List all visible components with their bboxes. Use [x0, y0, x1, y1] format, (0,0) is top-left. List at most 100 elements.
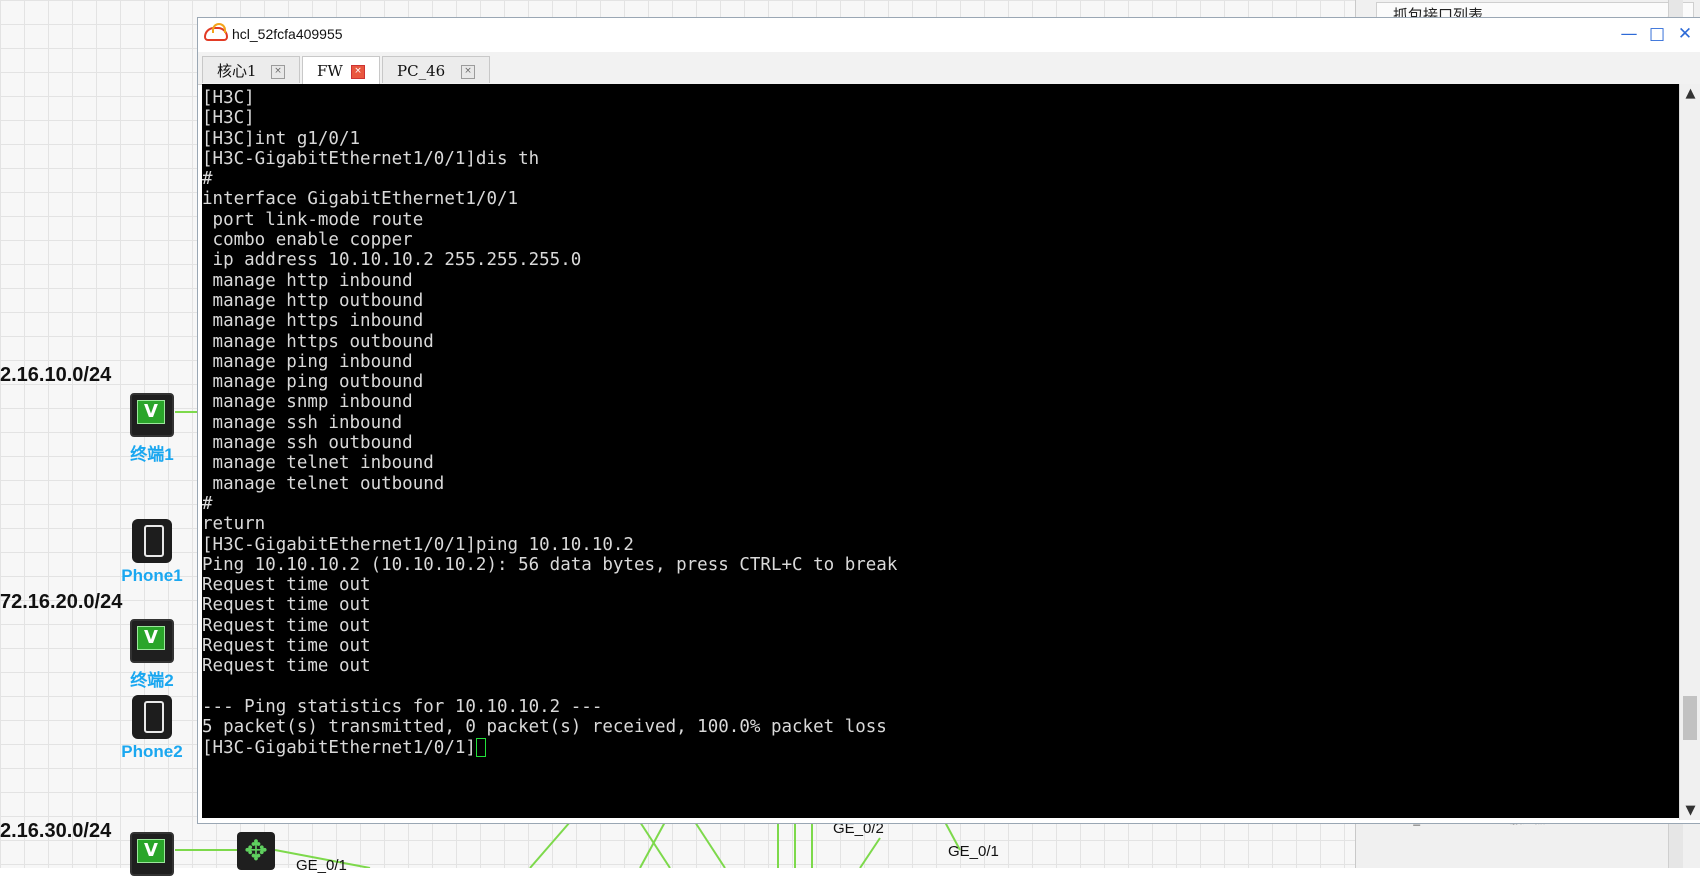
console-scrollbar[interactable]: ▲ ▼ [1679, 84, 1700, 820]
console-line: manage https inbound [202, 311, 1680, 331]
tab-fw[interactable]: FW × [302, 56, 380, 84]
terminal-window: hcl_52fcfa409955 — □ ✕ 核心1 × FW × PC_46 … [197, 17, 1700, 824]
console-line-text: manage https inbound [202, 311, 424, 332]
text-cursor [475, 737, 486, 757]
tab-close-icon[interactable]: × [461, 65, 475, 79]
console-line: manage ping inbound [202, 352, 1680, 372]
console-line: manage http outbound [202, 291, 1680, 311]
console-line: manage telnet outbound [202, 474, 1680, 494]
console-line: [H3C] [202, 108, 1680, 128]
subnet-label: 2.16.30.0/24 [0, 820, 112, 842]
terminal-icon: V [130, 393, 174, 437]
console-line-text: [H3C-GigabitEthernet1/0/1]ping 10.10.10.… [202, 534, 634, 555]
console-line-text: manage ssh inbound [202, 412, 403, 433]
console-line: manage http inbound [202, 271, 1680, 291]
terminal-icon: V [130, 832, 174, 876]
node-label: 终端2 [130, 671, 174, 690]
node-terminal-2[interactable]: V 终端2 [117, 619, 187, 691]
tab-bar: 核心1 × FW × PC_46 × [198, 52, 1700, 85]
console-line-text: # [202, 169, 213, 190]
console-line-text: manage ssh outbound [202, 433, 413, 454]
console-line-text: return [202, 514, 266, 535]
node-label: 终端1 [130, 445, 174, 464]
subnet-label: 72.16.20.0/24 [0, 591, 123, 613]
node-terminal-3[interactable]: V [117, 832, 187, 876]
console-line-text: Request time out [202, 595, 371, 616]
router-icon[interactable]: ✥ [237, 832, 275, 870]
console-line-text: manage snmp inbound [202, 392, 413, 413]
terminal-icon: V [130, 619, 174, 663]
console-line-text: [H3C] [202, 88, 255, 108]
console-line: [H3C-GigabitEthernet1/0/1]ping 10.10.10.… [202, 535, 1680, 555]
minimize-button[interactable]: — [1615, 19, 1643, 49]
console-line: return [202, 514, 1680, 534]
tab-close-icon[interactable]: × [271, 65, 285, 79]
console-line-text: [H3C] [202, 108, 255, 129]
tab-core1[interactable]: 核心1 × [202, 56, 300, 83]
port-label: GE_0/1 [948, 843, 999, 860]
console-line-text: manage https outbound [202, 331, 434, 352]
console-line-text: [H3C-GigabitEthernet1/0/1] [202, 737, 476, 758]
close-button[interactable]: ✕ [1671, 19, 1699, 49]
cloud-icon [204, 23, 228, 41]
tab-label: FW [317, 62, 343, 80]
scroll-up-icon[interactable]: ▲ [1680, 86, 1700, 101]
console-line-text: port link-mode route [202, 209, 424, 230]
console-line: manage ssh inbound [202, 413, 1680, 433]
console-line: interface GigabitEthernet1/0/1 [202, 189, 1680, 209]
node-phone-1[interactable]: Phone1 [117, 519, 187, 586]
console-line: port link-mode route [202, 210, 1680, 230]
node-terminal-1[interactable]: V 终端1 [117, 393, 187, 465]
console-line: Request time out [202, 575, 1680, 595]
console-line: Request time out [202, 616, 1680, 636]
console-line: [H3C] [202, 88, 1680, 108]
console-line-text: # [202, 493, 213, 514]
console-line: [H3C-GigabitEthernet1/0/1]dis th [202, 149, 1680, 169]
node-phone-2[interactable]: Phone2 [117, 695, 187, 762]
window-title: hcl_52fcfa409955 [232, 26, 343, 42]
maximize-button[interactable]: □ [1643, 19, 1671, 49]
tab-label: PC_46 [397, 62, 446, 80]
tab-pc46[interactable]: PC_46 × [382, 56, 490, 83]
console-line: Ping 10.10.10.2 (10.10.10.2): 56 data by… [202, 555, 1680, 575]
console-line-text: manage http inbound [202, 270, 413, 291]
node-label: Phone2 [121, 742, 183, 761]
console-line: manage https outbound [202, 332, 1680, 352]
console-line: manage ssh outbound [202, 433, 1680, 453]
link-line [694, 821, 726, 868]
phone-icon [132, 519, 172, 563]
console-line-text: combo enable copper [202, 230, 413, 251]
console-line: Request time out [202, 656, 1680, 676]
console-line: Request time out [202, 636, 1680, 656]
console-line-text: manage telnet inbound [202, 453, 434, 474]
scroll-down-icon[interactable]: ▼ [1680, 803, 1700, 818]
console-line-text: [H3C-GigabitEthernet1/0/1]dis th [202, 148, 540, 169]
console-line: 5 packet(s) transmitted, 0 packet(s) rec… [202, 717, 1680, 737]
console-line-text: manage http outbound [202, 290, 424, 311]
console-line: # [202, 494, 1680, 514]
console-line-text: interface GigabitEthernet1/0/1 [202, 189, 519, 210]
link-line [529, 821, 571, 868]
subnet-label: 2.16.10.0/24 [0, 364, 112, 386]
console-line-text: Request time out [202, 656, 371, 677]
scroll-thumb[interactable] [1683, 696, 1697, 740]
console-line: manage telnet inbound [202, 453, 1680, 473]
console-line: # [202, 169, 1680, 189]
tab-close-icon[interactable]: × [351, 65, 365, 79]
console-line-text: [H3C]int g1/0/1 [202, 128, 361, 149]
console-output[interactable]: [H3C] [H3C] [H3C]int g1/0/1 [H3C-GigabitEth… [202, 84, 1680, 818]
link-line [859, 837, 881, 868]
console-line-text: Ping 10.10.10.2 (10.10.10.2): 56 data by… [202, 554, 898, 575]
console-line-text: Request time out [202, 615, 371, 636]
console-line-text: 5 packet(s) transmitted, 0 packet(s) rec… [202, 717, 887, 738]
console-line: Request time out [202, 595, 1680, 615]
title-bar[interactable]: hcl_52fcfa409955 — □ ✕ [198, 18, 1700, 53]
tab-label: 核心1 [217, 62, 257, 80]
console-line-text: manage telnet outbound [202, 473, 445, 494]
console-line-text: ip address 10.10.10.2 255.255.255.0 [202, 250, 582, 271]
console-line: combo enable copper [202, 230, 1680, 250]
console-line-text: manage ping inbound [202, 351, 413, 372]
port-label: GE_0/1 [296, 857, 347, 874]
console-line: [H3C]int g1/0/1 [202, 129, 1680, 149]
